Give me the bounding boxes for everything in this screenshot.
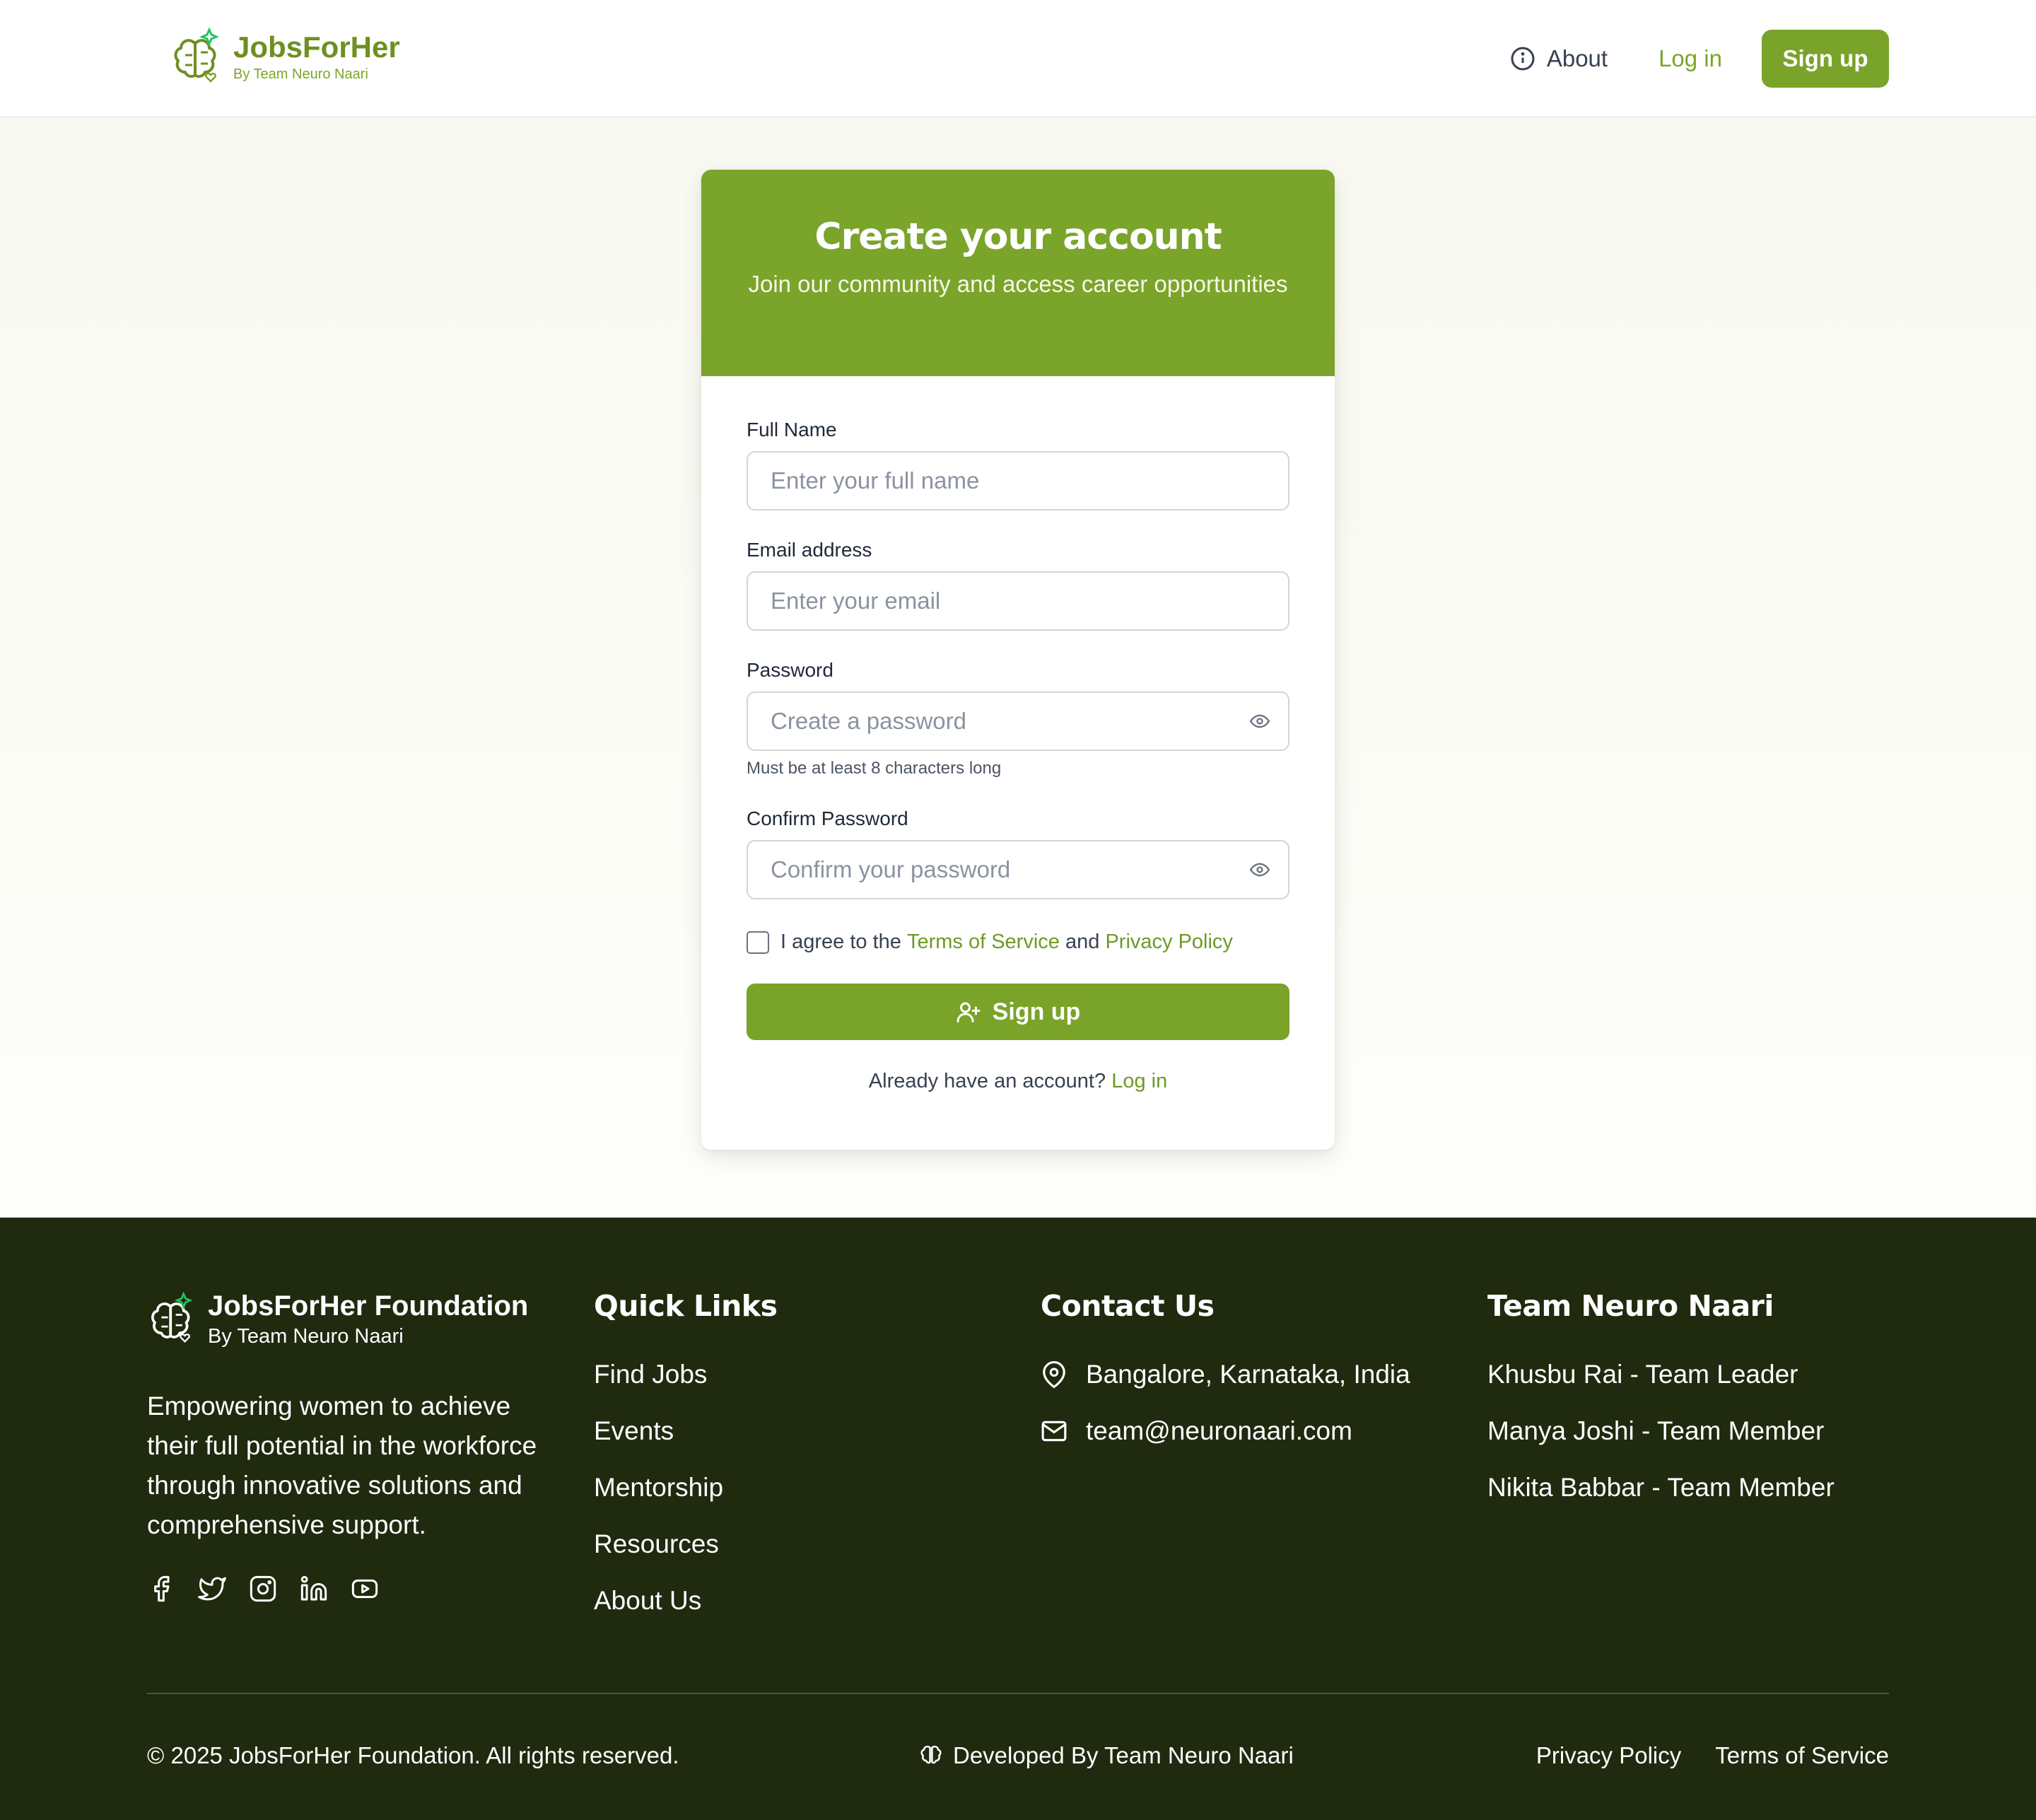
contact-location-text: Bangalore, Karnataka, India xyxy=(1086,1360,1410,1389)
quick-links-heading: Quick Links xyxy=(594,1289,778,1323)
footer-brand-subtitle: By Team Neuro Naari xyxy=(208,1325,404,1348)
team-heading: Team Neuro Naari xyxy=(1487,1289,1774,1323)
contact-heading: Contact Us xyxy=(1041,1289,1215,1323)
terms-link[interactable]: Terms of Service xyxy=(907,931,1060,954)
footer-terms-link[interactable]: Terms of Service xyxy=(1715,1741,1889,1771)
nav-about-link[interactable]: About xyxy=(1510,45,1608,72)
copyright-text: © 2025 JobsForHer Foundation. All rights… xyxy=(147,1742,679,1768)
password-label: Password xyxy=(747,659,833,681)
full-name-input[interactable] xyxy=(747,451,1289,511)
footer-description: Empowering women to achieve their full p… xyxy=(147,1392,537,1539)
page-subtitle: Join our community and access career opp… xyxy=(748,271,1288,297)
footer-divider xyxy=(147,1693,1889,1694)
email-label: Email address xyxy=(747,539,872,561)
agree-prefix: I agree to the xyxy=(780,931,901,953)
contact-location: Bangalore, Karnataka, India xyxy=(1041,1359,1410,1390)
developed-by: Developed By Team Neuro Naari xyxy=(919,1741,1294,1771)
instagram-icon[interactable] xyxy=(249,1575,277,1603)
footer-contact-column: Contact Us Bangalore, Karnataka, India t… xyxy=(1041,1288,1410,1472)
contact-email[interactable]: team@neuronaari.com xyxy=(1041,1416,1410,1447)
team-member: Khusbu Rai - Team Leader xyxy=(1487,1360,1798,1389)
developed-by-text: Developed By Team Neuro Naari xyxy=(953,1742,1294,1768)
already-account-row: Already have an account? Log in xyxy=(747,1070,1289,1093)
contact-email-text: team@neuronaari.com xyxy=(1086,1416,1352,1445)
nav-login-link[interactable]: Log in xyxy=(1658,45,1722,72)
social-links xyxy=(147,1575,550,1603)
quick-link-about-us[interactable]: About Us xyxy=(594,1585,777,1616)
quick-link-resources[interactable]: Resources xyxy=(594,1529,777,1560)
twitter-icon[interactable] xyxy=(198,1575,226,1603)
password-group: Password Must be at least 8 characters l… xyxy=(747,658,1289,779)
signup-submit-button[interactable]: Sign up xyxy=(747,984,1289,1040)
site-footer: JobsForHer Foundation By Team Neuro Naar… xyxy=(0,1218,2036,1820)
terms-checkbox[interactable] xyxy=(747,931,769,954)
confirm-password-input[interactable] xyxy=(747,840,1289,899)
contact-list: Bangalore, Karnataka, India team@neurona… xyxy=(1041,1359,1410,1447)
brain-logo-icon xyxy=(170,27,225,86)
quick-link-events[interactable]: Events xyxy=(594,1416,777,1447)
signup-submit-label: Sign up xyxy=(992,998,1081,1025)
login-link[interactable]: Log in xyxy=(1111,1070,1167,1092)
signup-form: Full Name Email address Password xyxy=(747,417,1289,1093)
footer-brand-name: JobsForHer Foundation xyxy=(208,1290,529,1322)
signup-card: Create your account Join our community a… xyxy=(701,170,1335,1150)
full-name-group: Full Name xyxy=(747,417,1289,511)
linkedin-icon[interactable] xyxy=(300,1575,328,1603)
nav-about-label: About xyxy=(1546,45,1608,71)
already-account-text: Already have an account? xyxy=(868,1070,1106,1092)
facebook-icon[interactable] xyxy=(147,1575,175,1603)
brain-logo-icon xyxy=(147,1291,198,1350)
confirm-password-label: Confirm Password xyxy=(747,807,908,829)
quick-link-find-jobs[interactable]: Find Jobs xyxy=(594,1359,777,1390)
brand-subtitle: By Team Neuro Naari xyxy=(233,66,368,82)
user-plus-icon xyxy=(956,1002,981,1022)
page-title: Create your account xyxy=(814,216,1222,258)
show-password-eye-icon[interactable] xyxy=(1248,711,1271,735)
footer-brand-column: JobsForHer Foundation By Team Neuro Naar… xyxy=(147,1288,550,1603)
team-member: Manya Joshi - Team Member xyxy=(1487,1416,1825,1445)
footer-brand: JobsForHer Foundation By Team Neuro Naar… xyxy=(147,1288,550,1350)
footer-privacy-link[interactable]: Privacy Policy xyxy=(1536,1741,1681,1771)
footer-quick-links-column: Quick Links Find Jobs Events Mentorship … xyxy=(594,1288,778,1642)
map-pin-icon xyxy=(1043,1361,1065,1388)
quick-links-list: Find Jobs Events Mentorship Resources Ab… xyxy=(594,1359,777,1616)
privacy-link[interactable]: Privacy Policy xyxy=(1105,931,1233,954)
brand-name: JobsForHer xyxy=(233,30,400,64)
nav-links: About Log in Sign up xyxy=(1510,30,1889,88)
footer-team-column: Team Neuro Naari Khusbu Rai - Team Leade… xyxy=(1487,1288,1835,1529)
email-input[interactable] xyxy=(747,571,1289,631)
top-navbar: JobsForHer By Team Neuro Naari About Log… xyxy=(0,0,2036,117)
signup-card-header: Create your account Join our community a… xyxy=(701,170,1335,376)
agree-and: and xyxy=(1065,931,1100,953)
quick-link-mentorship[interactable]: Mentorship xyxy=(594,1472,777,1503)
nav-signup-button[interactable]: Sign up xyxy=(1762,30,1889,88)
brain-icon xyxy=(920,1745,942,1764)
password-hint: Must be at least 8 characters long xyxy=(747,759,1002,778)
info-icon xyxy=(1511,47,1535,71)
confirm-password-group: Confirm Password xyxy=(747,806,1289,899)
terms-agreement: I agree to the Terms of Service and Priv… xyxy=(747,931,1289,954)
brand-logo-link[interactable]: JobsForHer By Team Neuro Naari xyxy=(170,27,400,86)
password-input[interactable] xyxy=(747,692,1289,751)
team-member: Nikita Babbar - Team Member xyxy=(1487,1473,1835,1502)
mail-icon xyxy=(1041,1421,1067,1442)
show-confirm-password-eye-icon[interactable] xyxy=(1248,860,1271,883)
full-name-label: Full Name xyxy=(747,419,837,441)
youtube-icon[interactable] xyxy=(351,1575,379,1603)
email-group: Email address xyxy=(747,537,1289,631)
team-list: Khusbu Rai - Team Leader Manya Joshi - T… xyxy=(1487,1359,1835,1503)
footer-legal-links: Privacy Policy Terms of Service xyxy=(1536,1741,1889,1771)
